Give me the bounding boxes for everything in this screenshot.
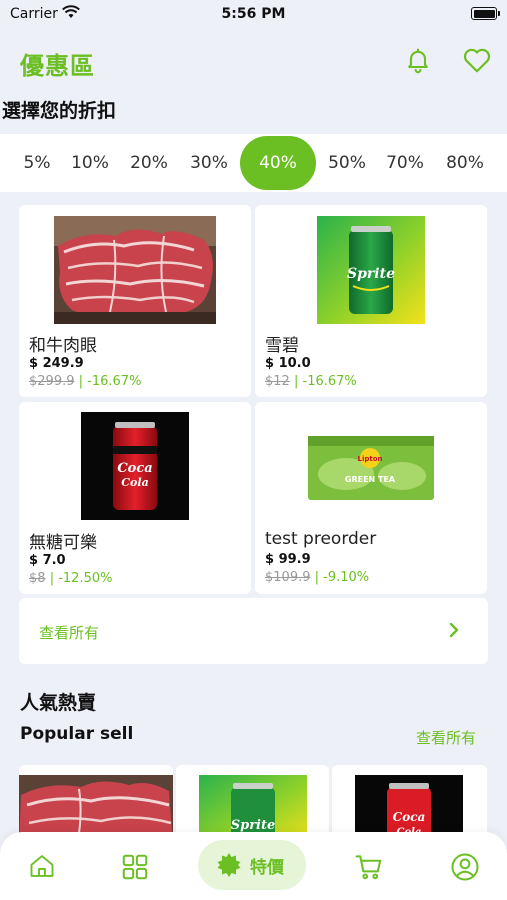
chevron-right-icon [448,622,460,642]
svg-text:Coca: Coca [117,461,152,476]
discount-pill-50[interactable]: 50% [322,136,372,190]
popular-section-subtitle: Popular sell [20,724,134,744]
discount-pill-10[interactable]: 10% [66,136,114,190]
product-discount-line: $299.9 | -16.67% [29,374,141,389]
price-separator: | [314,570,320,585]
product-discount-line: $109.9 | -9.10% [265,570,369,585]
product-name: 無糖可樂 [29,533,97,553]
popular-view-all-link[interactable]: 查看所有 [416,727,476,748]
price-separator: | [293,374,299,389]
battery-icon [471,7,500,20]
cart-icon[interactable] [354,852,384,886]
product-discount-line: $12 | -16.67% [265,374,357,389]
sprite-can-image: Sprite [317,216,425,324]
price-separator: | [49,571,55,586]
original-price: $12 [265,374,290,389]
grid-categories-icon[interactable] [120,852,150,886]
svg-text:Lipton: Lipton [357,455,382,463]
sale-badge-icon [216,852,242,882]
discount-percent: -9.10% [323,570,370,585]
product-discount-line: $8 | -12.50% [29,571,112,586]
product-card[interactable]: Coca Cola 無糖可樂 $ 7.0 $8 | -12.50% [19,402,251,594]
product-price: $ 10.0 [265,356,311,371]
svg-text:Cola: Cola [121,476,148,489]
wagyu-beef-image [54,216,216,324]
discount-pill-80[interactable]: 80% [440,136,490,190]
product-card[interactable]: Lipton GREEN TEA test preorder $ 99.9 $1… [255,402,487,594]
status-bar: Carrier 5:56 PM [0,0,507,30]
original-price: $8 [29,571,46,586]
product-name: 和牛肉眼 [29,336,97,356]
discount-percent: -16.67% [302,374,357,389]
discount-pill-40-selected[interactable]: 40% [240,136,316,190]
view-all-discounts-row[interactable]: 查看所有 [19,598,488,664]
bottom-tab-bar: 特價 [0,832,507,900]
bell-icon[interactable] [404,46,432,78]
product-price: $ 7.0 [29,553,66,568]
view-all-link[interactable]: 查看所有 [39,622,99,643]
product-name: 雪碧 [265,336,299,356]
svg-text:GREEN TEA: GREEN TEA [345,475,396,484]
discount-pill-20[interactable]: 20% [124,136,174,190]
discount-pill-70[interactable]: 70% [380,136,430,190]
discount-percent: -16.67% [87,374,142,389]
original-price: $299.9 [29,374,75,389]
svg-text:Sprite: Sprite [347,266,395,282]
discount-section-title: 選擇您的折扣 [2,100,117,122]
page-title: 優惠區 [20,52,95,80]
svg-text:Coca: Coca [393,810,426,824]
original-price: $109.9 [265,570,311,585]
clock: 5:56 PM [221,6,286,22]
header: 優惠區 [0,40,507,82]
discount-selector: 5% 10% 20% 30% 40% 50% 70% 80% [0,134,507,192]
popular-section-title: 人氣熱賣 [20,692,97,714]
lipton-green-tea-box-image: Lipton GREEN TEA [306,432,436,502]
discount-pill-5[interactable]: 5% [14,136,60,190]
product-name: test preorder [265,529,377,549]
svg-text:Sprite: Sprite [231,818,276,833]
tab-special-offers[interactable]: 特價 [198,840,306,890]
discount-pill-30[interactable]: 30% [184,136,234,190]
product-price: $ 99.9 [265,552,311,567]
heart-icon[interactable] [462,46,492,78]
home-icon[interactable] [28,852,56,884]
user-profile-icon[interactable] [450,852,480,886]
product-card[interactable]: Sprite 雪碧 $ 10.0 $12 | -16.67% [255,205,487,397]
discount-percent: -12.50% [58,571,113,586]
product-card[interactable]: 和牛肉眼 $ 249.9 $299.9 | -16.67% [19,205,251,397]
coke-zero-can-image: Coca Cola [81,412,189,520]
price-separator: | [78,374,84,389]
product-price: $ 249.9 [29,356,84,371]
tab-special-label: 特價 [250,858,284,878]
